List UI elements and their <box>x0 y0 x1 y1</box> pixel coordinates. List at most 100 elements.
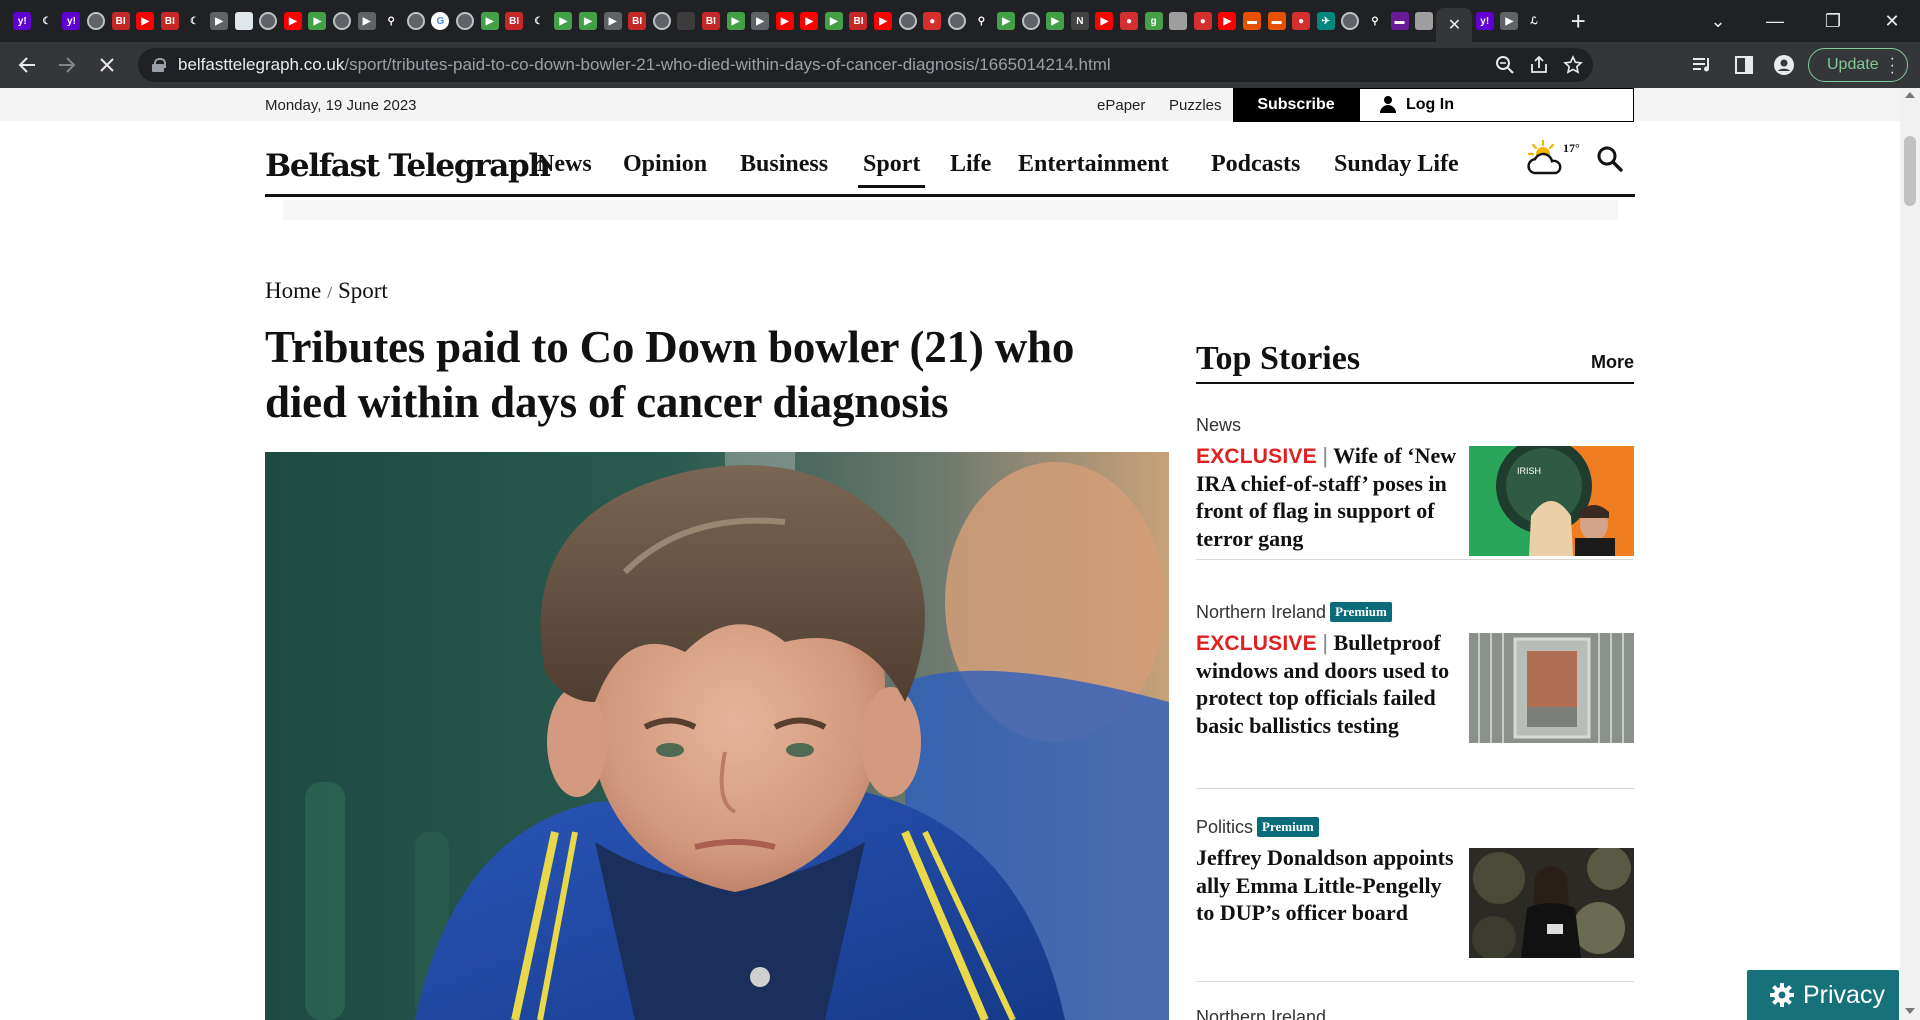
browser-tab[interactable]: ▶ <box>822 0 847 42</box>
browser-tab[interactable]: ▬ <box>1387 0 1412 42</box>
active-tab-close-icon[interactable]: ✕ <box>1436 8 1473 42</box>
nav-opinion[interactable]: Opinion <box>623 151 707 178</box>
browser-tab[interactable] <box>1018 0 1043 42</box>
browser-tab[interactable]: y! <box>10 0 35 42</box>
nav-life[interactable]: Life <box>950 151 991 178</box>
site-logo[interactable]: Belfast Telegraph <box>265 148 551 184</box>
browser-tab[interactable]: ✈ <box>1313 0 1338 42</box>
browser-tab[interactable] <box>453 0 478 42</box>
browser-tab[interactable] <box>1166 0 1191 42</box>
story-thumbnail[interactable] <box>1469 633 1634 743</box>
story-thumbnail[interactable] <box>1469 848 1634 958</box>
weather-partly-cloudy-icon[interactable] <box>1525 139 1565 179</box>
browser-tab[interactable]: N <box>1068 0 1093 42</box>
story-kicker[interactable]: Northern Ireland <box>1196 1007 1326 1020</box>
browser-tab[interactable]: ▶ <box>797 0 822 42</box>
page-scrollbar[interactable] <box>1900 88 1920 1020</box>
story-item[interactable]: Northern Ireland <box>1196 1006 1634 1020</box>
browser-tab[interactable]: ▶ <box>871 0 896 42</box>
back-icon[interactable] <box>9 47 45 83</box>
nav-business[interactable]: Business <box>740 151 828 178</box>
browser-tab[interactable]: ⚲ <box>969 0 994 42</box>
login-button[interactable]: Log In <box>1359 88 1634 122</box>
browser-tab[interactable]: G <box>428 0 453 42</box>
browser-tab[interactable]: ▶ <box>772 0 797 42</box>
browser-tab[interactable]: ▶ <box>994 0 1019 42</box>
browser-tab[interactable] <box>1412 0 1437 42</box>
story-item[interactable]: Northern Ireland Premium EXCLUSIVE | Bul… <box>1196 601 1634 789</box>
menu-dots-icon[interactable]: · · · <box>1890 51 1895 81</box>
search-icon[interactable] <box>1596 145 1624 173</box>
story-kicker[interactable]: Northern Ireland <box>1196 602 1326 623</box>
reading-list-icon[interactable] <box>1684 47 1720 83</box>
browser-tab[interactable]: ● <box>1117 0 1142 42</box>
story-kicker[interactable]: News <box>1196 415 1241 436</box>
story-title[interactable]: EXCLUSIVE | Wife of ‘New IRA chief-of-st… <box>1196 442 1461 552</box>
tab-search-icon[interactable]: ⌄ <box>1690 0 1746 42</box>
scroll-down-icon[interactable] <box>1905 1008 1915 1014</box>
browser-tab[interactable]: BI <box>158 0 183 42</box>
restore-icon[interactable]: ❐ <box>1805 0 1861 42</box>
browser-tab[interactable]: ▶ <box>1092 0 1117 42</box>
browser-tab[interactable]: y! <box>1472 0 1497 42</box>
puzzles-link[interactable]: Puzzles <box>1169 97 1222 114</box>
browser-tab[interactable]: BI <box>846 0 871 42</box>
nav-news[interactable]: News <box>537 151 592 178</box>
story-title[interactable]: Jeffrey Donaldson appoints ally Emma Lit… <box>1196 844 1461 927</box>
story-item[interactable]: News EXCLUSIVE | Wife of ‘New IRA chief-… <box>1196 414 1634 560</box>
browser-tab[interactable]: BI <box>625 0 650 42</box>
browser-tab[interactable]: ▶ <box>281 0 306 42</box>
story-item[interactable]: Politics Premium Jeffrey Donaldson appoi… <box>1196 816 1634 982</box>
browser-tab[interactable]: ▶ <box>133 0 158 42</box>
story-kicker[interactable]: Politics <box>1196 817 1253 838</box>
scroll-up-icon[interactable] <box>1905 92 1915 98</box>
browser-tab[interactable] <box>1338 0 1363 42</box>
browser-tab[interactable] <box>231 0 256 42</box>
browser-tab[interactable]: ▶ <box>1215 0 1240 42</box>
epaper-link[interactable]: ePaper <box>1097 97 1145 114</box>
lock-icon[interactable] <box>152 58 166 72</box>
browser-tab[interactable]: ● <box>1191 0 1216 42</box>
browser-tab[interactable]: ☾ <box>526 0 551 42</box>
browser-tab[interactable]: ▶ <box>354 0 379 42</box>
browser-tab[interactable]: ● <box>920 0 945 42</box>
browser-tab[interactable]: ☾ <box>182 0 207 42</box>
browser-tab[interactable]: ▬ <box>1240 0 1265 42</box>
browser-tab[interactable]: ☾ <box>35 0 60 42</box>
nav-podcasts[interactable]: Podcasts <box>1211 151 1300 178</box>
browser-tab[interactable]: BI <box>699 0 724 42</box>
scrollbar-thumb[interactable] <box>1904 136 1916 206</box>
browser-tab[interactable]: ▶ <box>207 0 232 42</box>
url-text[interactable]: belfasttelegraph.co.uk/sport/tributes-pa… <box>178 55 1111 75</box>
top-stories-more-link[interactable]: More <box>1591 352 1634 373</box>
browser-tab[interactable] <box>404 0 429 42</box>
share-icon[interactable] <box>1529 55 1549 75</box>
forward-icon[interactable] <box>49 47 85 83</box>
subscribe-button[interactable]: Subscribe <box>1233 88 1359 122</box>
browser-tab[interactable] <box>674 0 699 42</box>
minimize-icon[interactable]: — <box>1747 0 1803 42</box>
browser-tab[interactable]: ▶ <box>1043 0 1068 42</box>
browser-tab[interactable]: ⚲ <box>1363 0 1388 42</box>
browser-tab[interactable]: ℒ <box>1522 0 1547 42</box>
breadcrumb-sport[interactable]: Sport <box>338 278 388 303</box>
browser-tab[interactable] <box>256 0 281 42</box>
browser-tab[interactable]: ▶ <box>1497 0 1522 42</box>
article-hero-photo[interactable] <box>265 452 1169 1020</box>
browser-tab[interactable]: BI <box>108 0 133 42</box>
browser-tab[interactable]: ▶ <box>576 0 601 42</box>
zoom-icon[interactable] <box>1495 55 1515 75</box>
update-button[interactable]: Update · · · <box>1808 48 1908 82</box>
new-tab-icon[interactable]: + <box>1560 0 1596 42</box>
privacy-button[interactable]: Privacy <box>1747 970 1899 1020</box>
browser-tab[interactable]: ▶ <box>477 0 502 42</box>
browser-tab[interactable]: ▶ <box>748 0 773 42</box>
address-bar[interactable]: belfasttelegraph.co.uk/sport/tributes-pa… <box>138 48 1593 82</box>
bookmark-star-icon[interactable] <box>1563 55 1583 75</box>
browser-tab[interactable]: ▶ <box>723 0 748 42</box>
side-panel-icon[interactable] <box>1726 47 1762 83</box>
breadcrumb-home[interactable]: Home <box>265 278 321 303</box>
browser-tab[interactable]: ▶ <box>305 0 330 42</box>
profile-icon[interactable] <box>1766 47 1802 83</box>
browser-tab[interactable] <box>945 0 970 42</box>
